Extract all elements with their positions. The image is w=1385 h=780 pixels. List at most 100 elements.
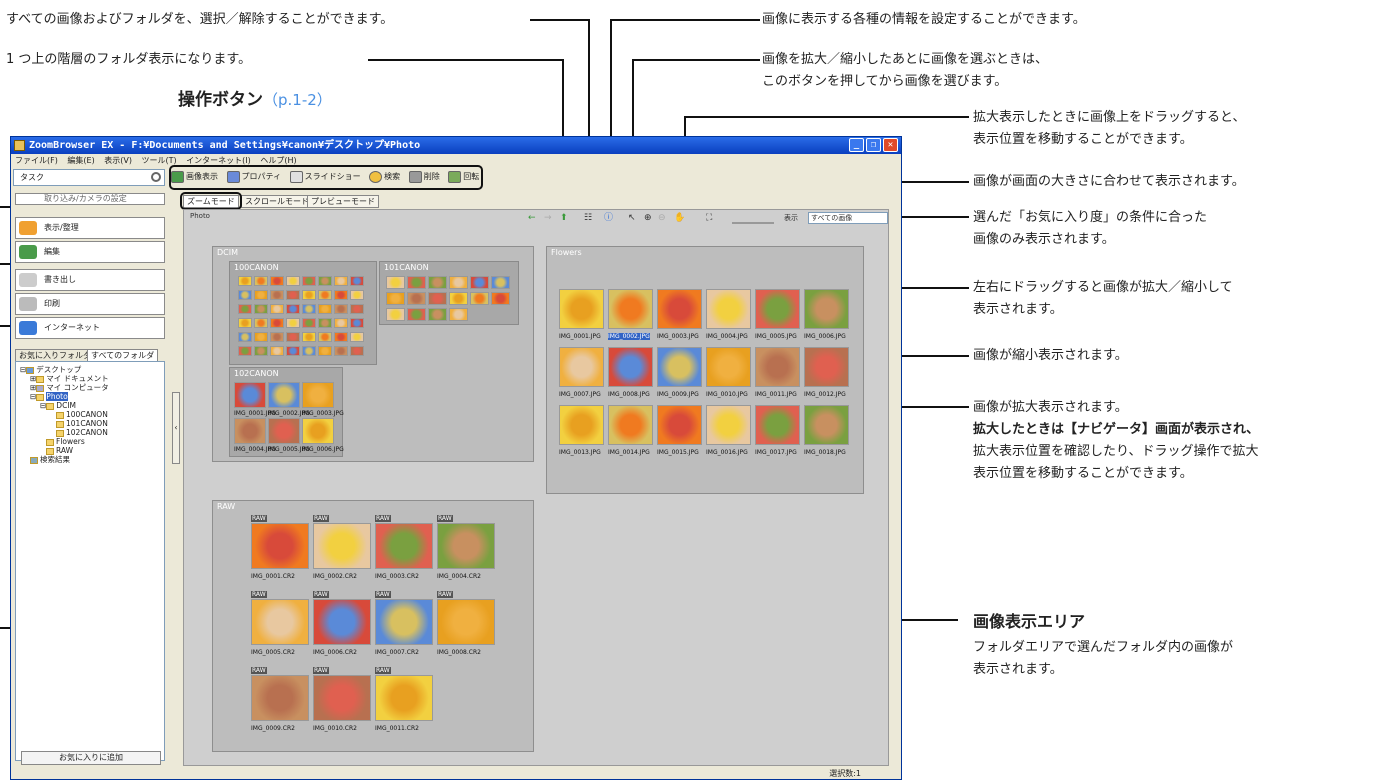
- tree-node-102canon[interactable]: 102CANON: [56, 429, 108, 437]
- thumbnail[interactable]: [755, 405, 800, 445]
- fit-screen-icon[interactable]: ⛶: [706, 212, 712, 224]
- thumbnail[interactable]: [470, 276, 489, 289]
- sidebar-item-print[interactable]: 印刷: [15, 293, 165, 315]
- thumbnail[interactable]: [268, 418, 300, 444]
- tree-node-my-computer[interactable]: ⊞ マイ コンピュータ: [30, 384, 109, 392]
- menu-tools[interactable]: ツール(T): [142, 156, 177, 165]
- thumbnail[interactable]: [386, 292, 405, 305]
- thumbnail[interactable]: [318, 304, 332, 314]
- thumbnail[interactable]: [286, 346, 300, 356]
- thumbnail[interactable]: [318, 318, 332, 328]
- sidebar-item-edit[interactable]: 編集: [15, 241, 165, 263]
- thumbnail[interactable]: [608, 289, 653, 329]
- thumbnail[interactable]: [302, 382, 334, 408]
- thumbnail[interactable]: [270, 290, 284, 300]
- thumbnail[interactable]: [238, 276, 252, 286]
- back-arrow-icon[interactable]: ←: [528, 212, 536, 224]
- thumbnail[interactable]: [491, 276, 510, 289]
- folder-100canon[interactable]: 100CANON: [229, 261, 377, 365]
- thumbnail[interactable]: [437, 599, 495, 645]
- thumbnail[interactable]: [318, 276, 332, 286]
- folder-dcim[interactable]: DCIM 100CANON 101CANON 102CANON IMG_0001…: [212, 246, 534, 462]
- menu-help[interactable]: ヘルプ(H): [260, 156, 296, 165]
- close-button[interactable]: ✕: [883, 138, 898, 152]
- sidebar-splitter[interactable]: ‹: [172, 392, 180, 464]
- thumbnail[interactable]: [657, 347, 702, 387]
- tab-preview-mode[interactable]: プレビューモード: [307, 195, 379, 208]
- forward-arrow-icon[interactable]: →: [544, 212, 552, 224]
- favorite-filter-select[interactable]: すべての画像: [808, 212, 888, 224]
- tab-scroll-mode[interactable]: スクロールモード: [241, 195, 313, 208]
- thumbnail[interactable]: [755, 347, 800, 387]
- thumbnail[interactable]: [407, 276, 426, 289]
- thumbnail[interactable]: [318, 346, 332, 356]
- thumbnail[interactable]: [706, 289, 751, 329]
- folder-flowers[interactable]: Flowers IMG_0001.JPG IMG_0002.JPG IMG_0003…: [546, 246, 864, 494]
- thumbnail[interactable]: [254, 304, 268, 314]
- select-all-icon[interactable]: ☷: [584, 212, 592, 224]
- tree-node-dcim[interactable]: ⊟ DCIM: [40, 402, 76, 410]
- folder-102canon[interactable]: 102CANON IMG_0001.JPG IMG_0002.JPG IMG_000…: [229, 367, 344, 457]
- thumbnail[interactable]: [428, 292, 447, 305]
- thumbnail[interactable]: [334, 318, 348, 328]
- thumbnail[interactable]: [350, 290, 364, 300]
- thumbnail[interactable]: [706, 347, 751, 387]
- thumbnail[interactable]: [318, 332, 332, 342]
- thumbnail[interactable]: [804, 405, 849, 445]
- thumbnail[interactable]: [286, 276, 300, 286]
- tab-all-folders[interactable]: すべてのフォルダ: [87, 349, 159, 361]
- thumbnail[interactable]: [559, 289, 604, 329]
- zoom-in-icon[interactable]: ⊕: [644, 212, 652, 224]
- thumbnail[interactable]: [238, 346, 252, 356]
- sidebar-item-import[interactable]: 取り込み/カメラの設定: [15, 193, 165, 205]
- thumbnail[interactable]: [302, 318, 316, 328]
- thumbnail[interactable]: [238, 332, 252, 342]
- thumbnail[interactable]: [318, 290, 332, 300]
- thumbnail[interactable]: [251, 523, 309, 569]
- tree-node-my-documents[interactable]: ⊞ マイ ドキュメント: [30, 375, 109, 383]
- thumbnail[interactable]: [428, 276, 447, 289]
- tree-node-flowers[interactable]: Flowers: [46, 438, 85, 446]
- gear-icon[interactable]: [151, 172, 161, 182]
- thumbnail[interactable]: [238, 318, 252, 328]
- thumbnail[interactable]: [449, 292, 468, 305]
- thumbnail[interactable]: [350, 346, 364, 356]
- thumbnail[interactable]: [386, 308, 405, 321]
- thumbnail[interactable]: [286, 332, 300, 342]
- thumbnail[interactable]: [657, 289, 702, 329]
- thumbnail[interactable]: [254, 276, 268, 286]
- zoom-slider[interactable]: [732, 214, 774, 224]
- info-icon[interactable]: ⓘ: [604, 212, 613, 224]
- thumbnail[interactable]: [608, 405, 653, 445]
- thumbnail[interactable]: [350, 304, 364, 314]
- thumbnail[interactable]: [470, 292, 489, 305]
- thumbnail[interactable]: [657, 405, 702, 445]
- thumbnail[interactable]: [270, 346, 284, 356]
- thumbnail[interactable]: [437, 523, 495, 569]
- thumbnail[interactable]: [234, 382, 266, 408]
- tree-node-101canon[interactable]: 101CANON: [56, 420, 108, 428]
- thumbnail[interactable]: [350, 332, 364, 342]
- thumbnail[interactable]: [302, 304, 316, 314]
- thumbnail[interactable]: [559, 405, 604, 445]
- thumbnail[interactable]: [407, 308, 426, 321]
- thumbnail[interactable]: [238, 290, 252, 300]
- thumbnail[interactable]: [375, 599, 433, 645]
- hand-icon[interactable]: ✋: [674, 212, 685, 224]
- tree-node-search-results[interactable]: 検索結果: [30, 456, 70, 464]
- folder-101canon[interactable]: 101CANON: [379, 261, 519, 325]
- thumbnail[interactable]: [386, 276, 405, 289]
- thumbnail[interactable]: [428, 308, 447, 321]
- thumbnail[interactable]: [268, 382, 300, 408]
- thumbnail[interactable]: [804, 289, 849, 329]
- thumbnail[interactable]: [313, 523, 371, 569]
- thumbnail[interactable]: [313, 599, 371, 645]
- thumbnail[interactable]: [302, 276, 316, 286]
- thumbnail[interactable]: [270, 276, 284, 286]
- tree-node-100canon[interactable]: 100CANON: [56, 411, 108, 419]
- thumbnail[interactable]: [334, 346, 348, 356]
- tree-node-raw[interactable]: RAW: [46, 447, 73, 455]
- thumbnail[interactable]: [491, 292, 510, 305]
- menu-view[interactable]: 表示(V): [104, 156, 132, 165]
- select-pointer-icon[interactable]: ↖: [628, 212, 636, 224]
